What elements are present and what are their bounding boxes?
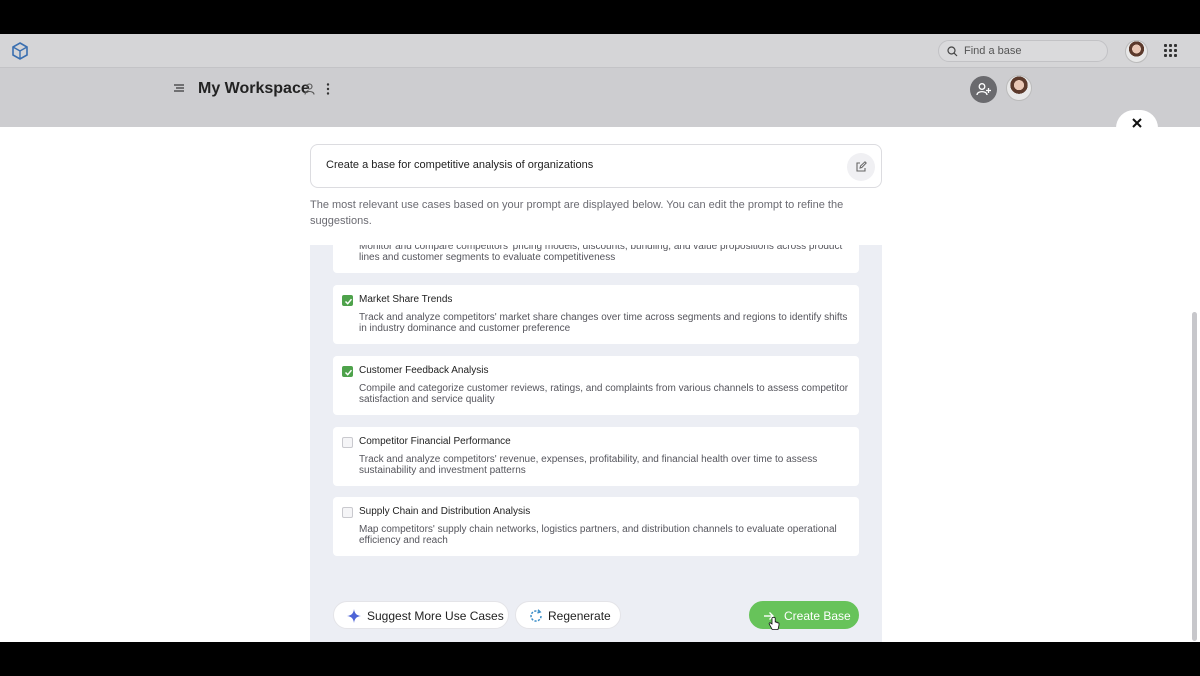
use-case-card-0[interactable]: Monitor and compare competitors' pricing…: [333, 245, 859, 273]
use-case-title: Competitor Financial Performance: [359, 436, 511, 447]
use-case-description: Monitor and compare competitors' pricing…: [359, 245, 843, 263]
more-options-icon[interactable]: [326, 83, 330, 95]
app-window: Find a base My Workspace Create a base f…: [0, 34, 1200, 642]
use-case-card-1[interactable]: Market Share Trends Track and analyze co…: [333, 285, 859, 344]
use-case-checkbox[interactable]: [342, 437, 353, 448]
suggest-more-label: Suggest More Use Cases: [367, 609, 504, 623]
workspace-member-avatar[interactable]: [1006, 75, 1032, 101]
use-case-description: Map competitors' supply chain networks, …: [359, 524, 837, 546]
edit-icon: [856, 161, 867, 172]
suggest-more-button[interactable]: Suggest More Use Cases: [333, 601, 509, 629]
sparkle-icon: [347, 609, 361, 623]
apps-grid-icon[interactable]: [1164, 44, 1178, 58]
search-placeholder: Find a base: [964, 45, 1022, 57]
prompt-input[interactable]: Create a base for competitive analysis o…: [310, 144, 882, 188]
create-base-modal: Create a base for competitive analysis o…: [0, 110, 1200, 642]
create-base-label: Create Base: [784, 609, 851, 623]
use-case-title: Customer Feedback Analysis: [359, 365, 489, 376]
pointer-cursor-icon: [768, 617, 780, 630]
create-base-button[interactable]: Create Base: [749, 601, 859, 629]
use-case-card-3[interactable]: Competitor Financial Performance Track a…: [333, 427, 859, 486]
use-case-checkbox[interactable]: [342, 366, 353, 377]
invite-user-button[interactable]: [970, 76, 997, 103]
checkmark-icon: [344, 298, 353, 305]
use-case-card-2[interactable]: Customer Feedback Analysis Compile and c…: [333, 356, 859, 415]
app-logo-icon[interactable]: [11, 42, 29, 60]
sidebar-toggle-icon[interactable]: [174, 84, 184, 92]
use-case-list[interactable]: Monitor and compare competitors' pricing…: [310, 245, 882, 642]
use-case-checkbox[interactable]: [342, 295, 353, 306]
regenerate-button[interactable]: Regenerate: [515, 601, 621, 629]
use-case-checkbox[interactable]: [342, 507, 353, 518]
use-case-description: Track and analyze competitors' market sh…: [359, 312, 848, 334]
close-icon[interactable]: [1129, 115, 1145, 131]
workspace-title: My Workspace: [198, 80, 310, 97]
search-icon: [947, 46, 958, 57]
edit-prompt-button[interactable]: [847, 153, 875, 181]
add-user-icon: [976, 83, 991, 96]
modal-scrollbar[interactable]: [1192, 312, 1197, 641]
use-case-title: Supply Chain and Distribution Analysis: [359, 506, 531, 517]
find-base-search[interactable]: Find a base: [938, 40, 1108, 62]
use-case-card-4[interactable]: Supply Chain and Distribution Analysis M…: [333, 497, 859, 556]
refresh-icon: [530, 609, 542, 622]
helper-text: The most relevant use cases based on you…: [310, 199, 844, 227]
regenerate-label: Regenerate: [548, 609, 611, 623]
checkmark-icon: [344, 369, 353, 376]
use-case-title: Market Share Trends: [359, 294, 453, 305]
workspace-members-icon[interactable]: [304, 83, 315, 95]
use-case-description: Compile and categorize customer reviews,…: [359, 383, 849, 405]
user-avatar[interactable]: [1125, 40, 1148, 63]
prompt-text: Create a base for competitive analysis o…: [326, 159, 594, 171]
use-case-description: Track and analyze competitors' revenue, …: [359, 454, 818, 476]
top-navbar: Find a base: [0, 34, 1200, 68]
